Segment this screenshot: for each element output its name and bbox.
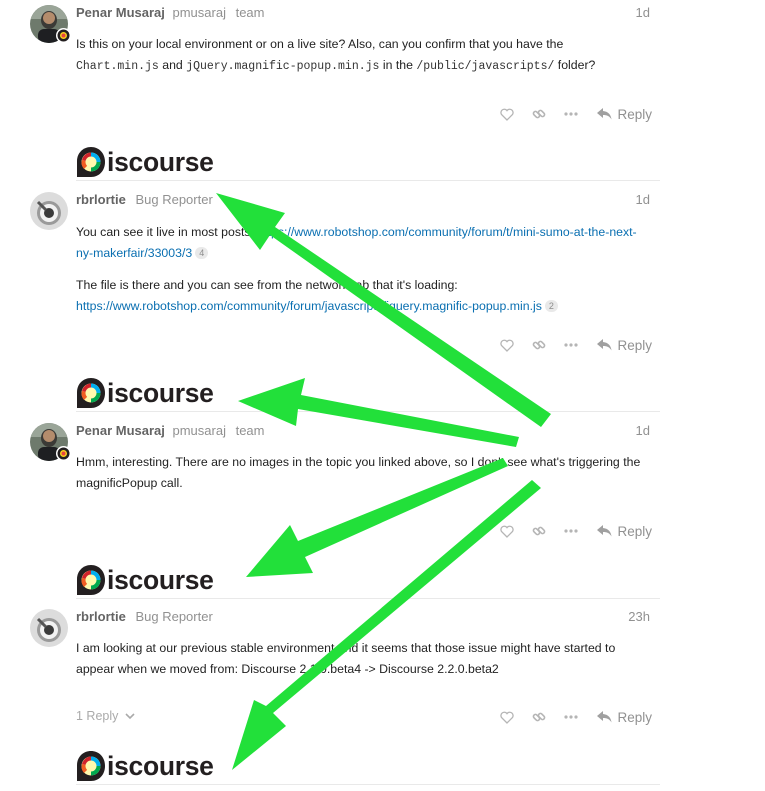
- reply-arrow-icon: [597, 525, 612, 537]
- post-divider: [76, 411, 660, 412]
- post-text: The file is there and you can see from t…: [76, 278, 458, 292]
- discourse-logo: iscourse: [76, 142, 214, 182]
- avatar[interactable]: [30, 192, 68, 230]
- post-date[interactable]: 1d: [636, 5, 650, 20]
- reply-label: Reply: [617, 106, 652, 122]
- post-text: in the: [379, 58, 417, 72]
- reply-button[interactable]: Reply: [597, 107, 652, 122]
- post-text: I am looking at our previous stable envi…: [76, 641, 616, 676]
- discourse-logo-icon: [77, 147, 105, 177]
- post-paragraph: The file is there and you can see from t…: [76, 275, 646, 317]
- post-paragraph: You can see it live in most posts. https…: [76, 222, 646, 264]
- flair-icon: [57, 447, 70, 460]
- reply-button[interactable]: Reply: [597, 710, 652, 725]
- post-names: rbrlortie Bug Reporter: [76, 609, 213, 624]
- chevron-down-icon: [125, 713, 135, 720]
- post-names: Penar Musaraj pmusaraj team: [76, 423, 265, 438]
- replies-toggle-label: 1 Reply: [76, 709, 119, 723]
- reply-label: Reply: [617, 337, 652, 353]
- reply-button[interactable]: Reply: [597, 524, 652, 539]
- post-body: Hmm, interesting. There are no images in…: [76, 452, 646, 494]
- post-body: Is this on your local environment or on …: [76, 34, 646, 77]
- discourse-logo: iscourse: [76, 746, 214, 786]
- post-text: and: [158, 58, 187, 72]
- more-icon[interactable]: [555, 104, 587, 124]
- post-actions: Reply: [491, 104, 652, 124]
- post-text: You can see it live in most posts.: [76, 225, 258, 239]
- post-date[interactable]: 1d: [636, 192, 650, 207]
- post-text: Is this on your local environment or on …: [76, 37, 564, 51]
- post-divider: [76, 598, 660, 599]
- annotation-arrow: [238, 378, 519, 447]
- post-divider: [76, 180, 660, 181]
- full-name[interactable]: Penar Musaraj: [76, 5, 165, 20]
- post-date[interactable]: 1d: [636, 423, 650, 438]
- post-divider: [76, 784, 660, 785]
- full-name[interactable]: rbrlortie: [76, 192, 126, 207]
- post-link[interactable]: https://www.robotshop.com/community/foru…: [76, 299, 542, 313]
- link-click-count: 4: [195, 247, 209, 259]
- post-text: Hmm, interesting. There are no images in…: [76, 455, 641, 490]
- username[interactable]: pmusaraj: [173, 423, 226, 438]
- discourse-logo-icon: [77, 751, 105, 781]
- reply-label: Reply: [617, 709, 652, 725]
- reply-button[interactable]: Reply: [597, 338, 652, 353]
- avatar[interactable]: [30, 609, 68, 647]
- post-names: rbrlortie Bug Reporter: [76, 192, 213, 207]
- discourse-logo: iscourse: [76, 373, 214, 413]
- reply-arrow-icon: [597, 108, 612, 120]
- username[interactable]: pmusaraj: [173, 5, 226, 20]
- flair-icon: [57, 29, 70, 42]
- post-paragraph: I am looking at our previous stable envi…: [76, 638, 646, 680]
- post-actions: Reply: [491, 707, 652, 727]
- user-title: team: [235, 423, 265, 438]
- inline-code: jQuery.magnific-popup.min.js: [186, 60, 380, 73]
- post-body: You can see it live in most posts. https…: [76, 222, 646, 317]
- full-name[interactable]: Penar Musaraj: [76, 423, 165, 438]
- reply-arrow-icon: [597, 711, 612, 723]
- post-actions: Reply: [491, 521, 652, 541]
- more-icon[interactable]: [555, 521, 587, 541]
- link-icon[interactable]: [523, 335, 555, 355]
- post-body: I am looking at our previous stable envi…: [76, 638, 646, 680]
- heart-icon[interactable]: [491, 335, 523, 355]
- link-icon[interactable]: [523, 521, 555, 541]
- more-icon[interactable]: [555, 335, 587, 355]
- link-icon[interactable]: [523, 104, 555, 124]
- heart-icon[interactable]: [491, 521, 523, 541]
- user-title: team: [235, 5, 265, 20]
- replies-toggle[interactable]: 1 Reply: [76, 709, 135, 723]
- post-names: Penar Musaraj pmusaraj team: [76, 5, 265, 20]
- post-actions: Reply: [491, 335, 652, 355]
- post-paragraph: Hmm, interesting. There are no images in…: [76, 452, 646, 494]
- heart-icon[interactable]: [491, 707, 523, 727]
- post-paragraph: Is this on your local environment or on …: [76, 34, 646, 77]
- inline-code: Chart.min.js: [76, 60, 159, 73]
- discourse-logo-icon: [77, 565, 105, 595]
- reply-label: Reply: [617, 523, 652, 539]
- reply-arrow-icon: [597, 339, 612, 351]
- more-icon[interactable]: [555, 707, 587, 727]
- link-click-count: 2: [544, 300, 558, 312]
- user-title: Bug Reporter: [135, 192, 213, 207]
- heart-icon[interactable]: [491, 104, 523, 124]
- post-date[interactable]: 23h: [628, 609, 650, 624]
- discourse-logo: iscourse: [76, 560, 214, 600]
- discourse-logo-icon: [77, 378, 105, 408]
- inline-code: /public/javascripts/: [416, 60, 555, 73]
- full-name[interactable]: rbrlortie: [76, 609, 126, 624]
- link-icon[interactable]: [523, 707, 555, 727]
- user-title: Bug Reporter: [135, 609, 213, 624]
- post-text: folder?: [554, 58, 596, 72]
